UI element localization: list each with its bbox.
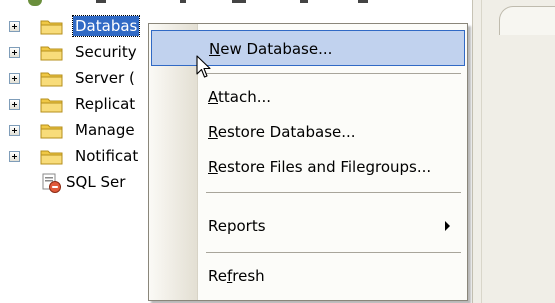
menu-item-reports[interactable]: Reports	[151, 208, 465, 244]
mouse-pointer-icon	[196, 55, 211, 78]
tree-node-label[interactable]: Manage	[73, 120, 137, 140]
partial-text-fragment	[358, 0, 368, 3]
folder-icon	[40, 150, 63, 165]
menu-item-restore-files-and-filegroups[interactable]: Restore Files and Filegroups...	[151, 149, 465, 185]
tree-node-label[interactable]: Server (	[73, 68, 137, 88]
document-panel-edge	[472, 0, 555, 303]
submenu-arrow-icon	[445, 221, 450, 231]
tree-node-label[interactable]: Notificat	[73, 146, 140, 166]
tree-node-label[interactable]: Databas	[71, 15, 141, 37]
panel-divider	[481, 0, 482, 303]
plus-box-icon[interactable]	[9, 151, 20, 162]
menu-item-attach[interactable]: Attach...	[151, 79, 465, 115]
server-icon-partial	[28, 0, 42, 6]
menu-item-label: Refresh	[208, 267, 265, 285]
tree-row-partial-top	[0, 0, 470, 8]
partial-text-fragment	[300, 0, 308, 3]
tree-node-label[interactable]: SQL Ser	[64, 172, 127, 192]
menu-separator	[206, 252, 461, 253]
plus-box-icon[interactable]	[9, 21, 20, 32]
folder-icon	[40, 72, 63, 87]
tree-node-label[interactable]: Replicat	[73, 94, 137, 114]
menu-item-label: Restore Files and Filegroups...	[208, 158, 432, 176]
menu-item-label: Attach...	[208, 88, 272, 106]
document-tab-corner[interactable]	[499, 6, 555, 35]
plus-box-icon[interactable]	[9, 99, 20, 110]
plus-box-icon[interactable]	[9, 47, 20, 58]
plus-box-icon[interactable]	[9, 73, 20, 84]
folder-icon	[40, 20, 63, 35]
plus-box-icon[interactable]	[9, 125, 20, 136]
folder-icon	[40, 124, 63, 139]
tree-node-label[interactable]: Security	[73, 42, 139, 62]
menu-separator	[206, 73, 461, 74]
menu-item-label: Restore Database...	[208, 123, 356, 141]
menu-item-refresh[interactable]: Refresh	[151, 258, 465, 294]
folder-icon	[40, 98, 63, 113]
partial-text-fragment	[96, 0, 106, 3]
sql-server-agent-icon	[42, 173, 61, 193]
menu-item-label: Reports	[208, 217, 266, 235]
partial-text-fragment	[232, 0, 246, 3]
menu-item-restore-database[interactable]: Restore Database...	[151, 114, 465, 150]
partial-text-fragment	[180, 0, 186, 3]
folder-icon	[40, 46, 63, 61]
menu-item-label: New Database...	[209, 40, 333, 58]
menu-separator	[206, 192, 461, 193]
